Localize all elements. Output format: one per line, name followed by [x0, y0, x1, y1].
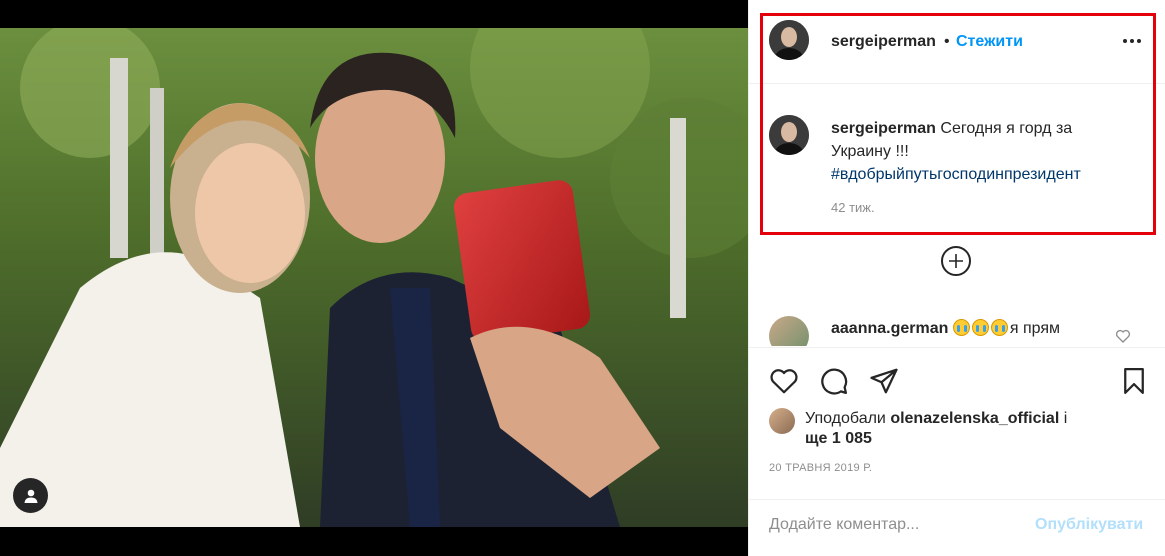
more-options-icon[interactable] — [1123, 34, 1147, 48]
post-photo[interactable] — [0, 28, 748, 527]
user-tags-button[interactable] — [13, 478, 48, 513]
likes-text: Уподобали olenazelenska_official і ще 1 … — [805, 409, 1135, 449]
post-details-panel: sergeiperman • Стежити sergeiperman Сего… — [748, 0, 1165, 556]
likes-conjunction: і — [1063, 410, 1068, 427]
post-date[interactable]: 20 ТРАВНЯ 2019 Р. — [769, 462, 872, 474]
comment-username[interactable]: aaanna.german — [831, 320, 948, 337]
comment-item: aaanna.german я прям ... — [749, 310, 1165, 346]
publish-button[interactable]: Опублікувати — [1035, 516, 1143, 534]
crying-emoji-icon — [990, 319, 1008, 336]
plus-icon — [949, 254, 963, 268]
comment-text-block: aaanna.german я прям — [831, 318, 1060, 340]
commenter-avatar[interactable] — [769, 316, 809, 346]
author-username[interactable]: sergeiperman — [831, 33, 936, 51]
caption-timestamp[interactable]: 42 тиж. — [831, 200, 875, 215]
header-separator: • — [944, 33, 950, 50]
post-header: sergeiperman • Стежити — [749, 0, 1165, 84]
liker-avatar[interactable] — [769, 408, 795, 434]
user-icon — [24, 489, 37, 503]
caption-username[interactable]: sergeiperman — [831, 120, 936, 137]
follow-button[interactable]: Стежити — [956, 33, 1023, 51]
comment-like-heart-icon[interactable] — [1115, 328, 1131, 344]
caption-text-block: sergeiperman Сегодня я горд за Украину !… — [831, 117, 1131, 186]
comment-bubble-icon[interactable] — [819, 366, 849, 396]
actions-divider — [749, 347, 1165, 348]
save-bookmark-icon[interactable] — [1119, 366, 1149, 396]
comment-text: я прям — [1009, 320, 1060, 337]
add-comment-section: Опублікувати — [749, 499, 1165, 556]
liker-username[interactable]: olenazelenska_official — [890, 410, 1059, 427]
like-heart-icon[interactable] — [769, 366, 799, 396]
author-avatar[interactable] — [769, 20, 809, 60]
likes-count-link[interactable]: ще 1 085 — [805, 430, 872, 447]
comment-overflow-ellipsis: ... — [960, 338, 972, 346]
author-avatar-image — [769, 20, 809, 60]
caption-author-avatar[interactable] — [769, 115, 809, 155]
share-paper-plane-icon[interactable] — [869, 366, 899, 396]
comment-input[interactable] — [769, 513, 1019, 537]
photo-illustration — [0, 28, 748, 527]
load-more-comments-button[interactable] — [941, 246, 971, 276]
crying-emoji-icon — [971, 319, 989, 336]
caption-avatar-image — [769, 115, 809, 155]
crying-emoji-icon — [952, 319, 970, 336]
post-media-pane — [0, 0, 748, 556]
likes-prefix: Уподобали — [805, 410, 886, 427]
caption-hashtag[interactable]: #вдобрыйпутьгосподинпрезидент — [831, 166, 1081, 183]
